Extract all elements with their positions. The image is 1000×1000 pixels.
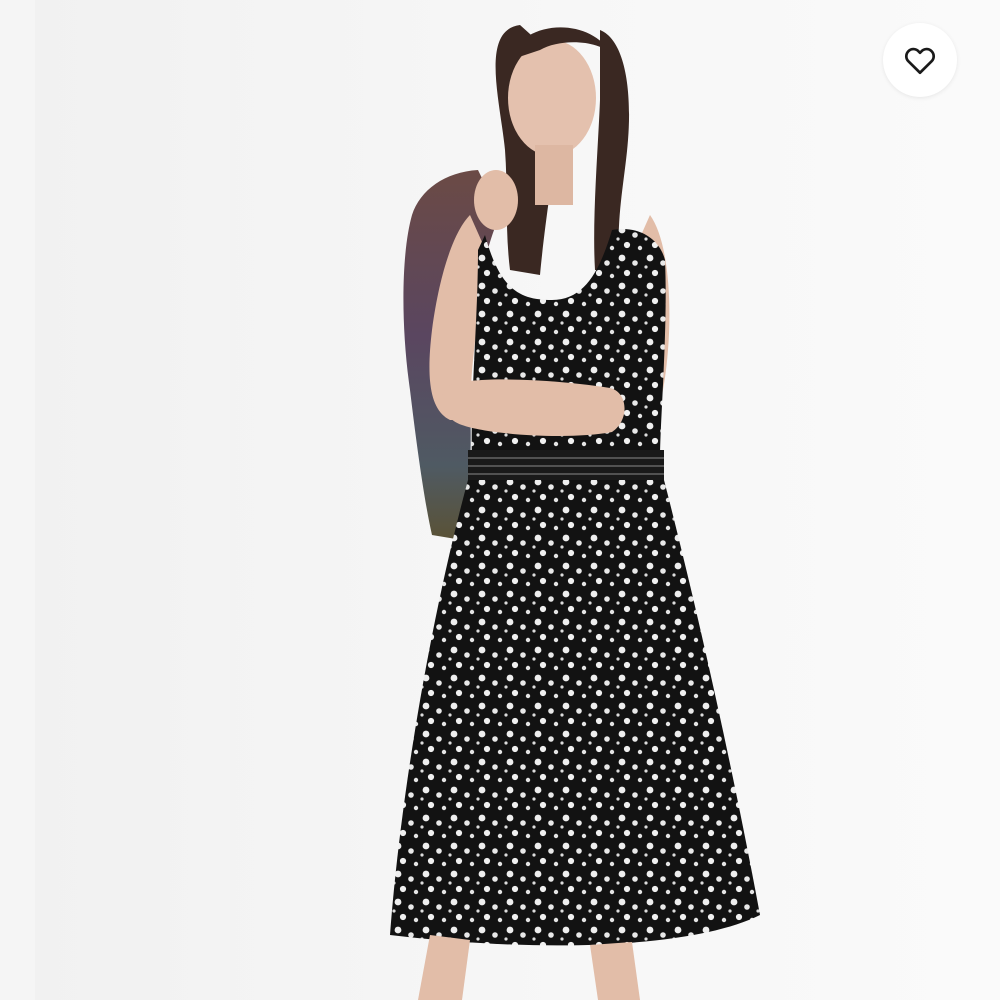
heart-outline-icon	[904, 47, 936, 75]
model-illustration	[390, 25, 760, 1000]
dress-skirt	[390, 480, 760, 946]
favorite-button[interactable]	[883, 23, 957, 97]
product-photo	[35, 0, 1000, 1000]
product-image-viewer	[0, 0, 1000, 1000]
